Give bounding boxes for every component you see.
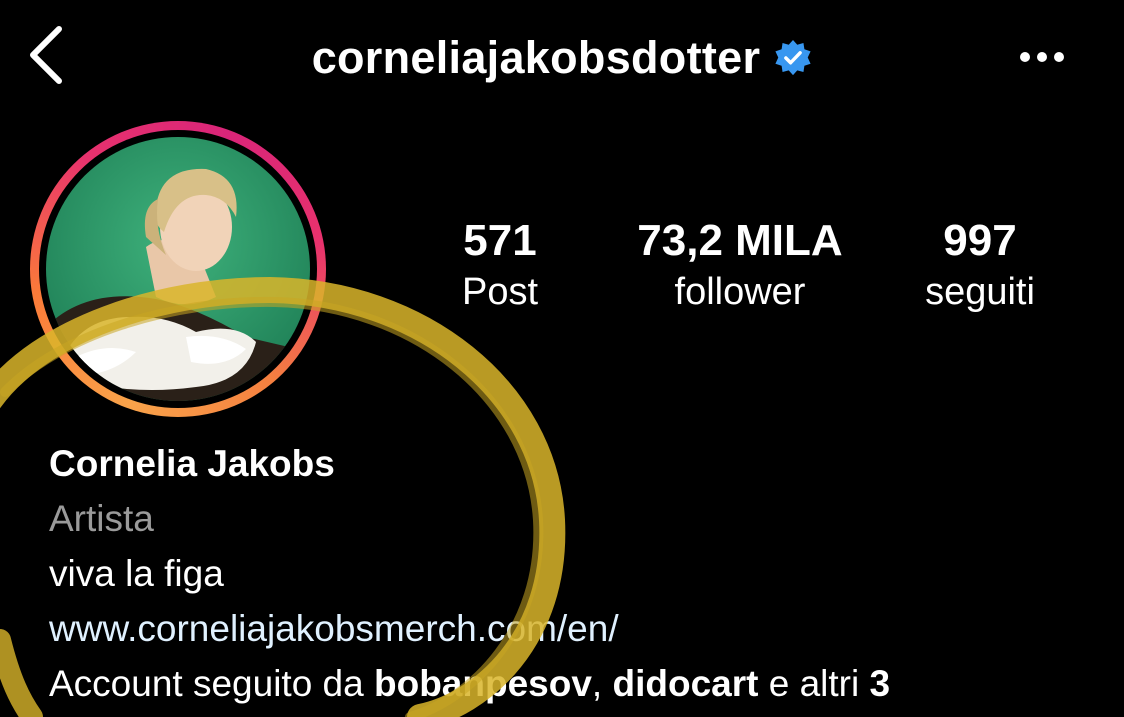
avatar bbox=[46, 137, 310, 401]
more-options-button[interactable] bbox=[1016, 34, 1068, 80]
profile-username: corneliajakobsdotter bbox=[311, 32, 761, 83]
bio-link[interactable]: www.corneliajakobsmerch.com/en/ bbox=[49, 601, 1109, 656]
more-horizontal-icon bbox=[1020, 52, 1064, 62]
followed-by-middle: e altri bbox=[758, 663, 870, 704]
followed-by-user-2[interactable]: didocart bbox=[612, 663, 758, 704]
followed-by-separator: , bbox=[591, 663, 613, 704]
followers-count: 73,2 MILA bbox=[637, 216, 843, 265]
followed-by-prefix: Account seguito da bbox=[49, 663, 374, 704]
bio-text: viva la figa bbox=[49, 553, 224, 594]
following-label: seguiti bbox=[925, 271, 1035, 313]
stat-following[interactable]: 997 seguiti bbox=[900, 215, 1060, 317]
profile-header: corneliajakobsdotter bbox=[0, 0, 1124, 115]
following-count: 997 bbox=[943, 216, 1017, 265]
followers-label: follower bbox=[674, 271, 806, 313]
followed-by-user-1[interactable]: bobanpesov bbox=[374, 663, 592, 704]
stat-posts[interactable]: 571 Post bbox=[440, 215, 560, 317]
profile-name: Cornelia Jakobs bbox=[49, 443, 335, 484]
profile-bio: Cornelia Jakobs Artista viva la figa www… bbox=[49, 436, 1109, 711]
avatar-gap bbox=[39, 130, 317, 408]
header-title: corneliajakobsdotter bbox=[0, 30, 1124, 86]
profile-category: Artista bbox=[49, 498, 154, 539]
followed-by[interactable]: Account seguito da bobanpesov, didocart … bbox=[49, 656, 1109, 711]
stat-followers[interactable]: 73,2 MILA follower bbox=[620, 215, 860, 317]
avatar-image bbox=[46, 137, 310, 401]
posts-label: Post bbox=[461, 271, 539, 313]
posts-count: 571 bbox=[463, 216, 537, 265]
story-ring[interactable] bbox=[30, 121, 326, 417]
followed-by-count: 3 bbox=[869, 663, 891, 704]
verified-badge-icon bbox=[775, 39, 811, 76]
